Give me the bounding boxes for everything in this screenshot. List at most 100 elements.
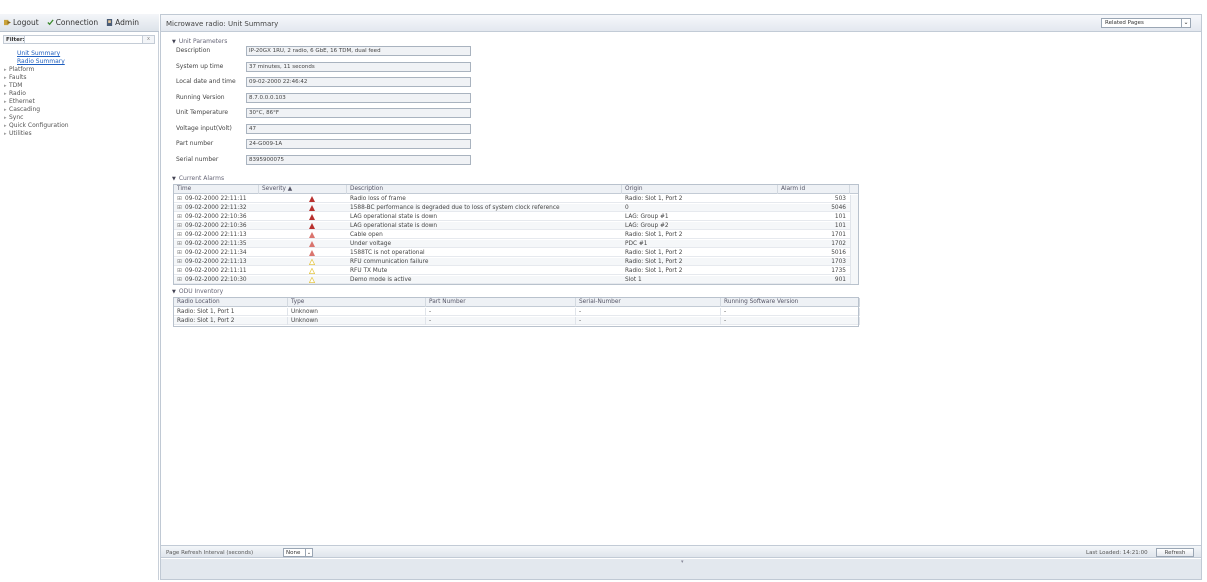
row-expand-icon[interactable]: ⊞ bbox=[174, 222, 182, 230]
alarm-row[interactable]: 09-02-2000 22:11:11 ⊞ Radio loss of frame R… bbox=[174, 195, 850, 203]
alarm-row[interactable]: 09-02-2000 22:11:35 ⊞ Under voltage PDC #1 1… bbox=[174, 240, 850, 248]
parameter-row: Part number 24-G009-1A bbox=[173, 139, 473, 149]
alarm-time-cell: 09-02-2000 22:11:13 bbox=[185, 232, 247, 238]
column-header[interactable]: Time bbox=[174, 185, 259, 194]
alarm-origin-cell: LAG: Group #1 bbox=[625, 214, 669, 220]
nav-item-cascading[interactable]: ▸ Cascading bbox=[0, 106, 159, 114]
column-header[interactable]: Alarm id bbox=[778, 185, 850, 194]
alarm-row[interactable]: 09-02-2000 22:10:30 ⊞ Demo mode is active S… bbox=[174, 276, 850, 284]
alarm-row[interactable]: 09-02-2000 22:10:36 ⊞ LAG operational stat… bbox=[174, 213, 850, 221]
parameter-row: System up time 37 minutes, 11 seconds bbox=[173, 61, 473, 72]
parameter-value: 47 bbox=[246, 123, 471, 134]
alarm-id-cell: 901 bbox=[834, 277, 846, 283]
parameter-value: 30°C, 86°F bbox=[246, 108, 471, 118]
nav-item-quick-configuration[interactable]: ▸ Quick Configuration bbox=[0, 122, 159, 130]
nav-item-tdm[interactable]: ▸ TDM bbox=[0, 82, 159, 90]
parameter-row: Unit Temperature 30°C, 86°F bbox=[173, 108, 473, 118]
severity-warning-icon bbox=[309, 259, 315, 265]
alarm-row[interactable]: 09-02-2000 22:11:32 ⊞ 1588-BC performance … bbox=[174, 204, 850, 212]
row-expand-icon[interactable]: ⊞ bbox=[174, 204, 182, 212]
parameter-row: Voltage input(Volt) 47 bbox=[173, 123, 473, 134]
logout-link[interactable]: Logout bbox=[4, 18, 39, 27]
admin-link[interactable]: Admin bbox=[106, 18, 139, 27]
odu-row[interactable]: Radio: Slot 1, Port 1 Unknown - - - bbox=[174, 308, 860, 316]
connection-link[interactable]: Connection bbox=[47, 18, 98, 27]
odu-inventory-table: Radio Location Type Part Number Serial-Numb… bbox=[173, 297, 860, 327]
nav-item-unit-summary[interactable]: Unit Summary bbox=[0, 50, 159, 58]
current-alarms-header[interactable]: ▼ Current Alarms bbox=[172, 175, 224, 182]
alarm-time-cell: 09-02-2000 22:11:35 bbox=[185, 241, 247, 247]
nav-item-platform[interactable]: ▸ Platform bbox=[0, 66, 159, 74]
refresh-button[interactable]: Refresh bbox=[1156, 548, 1194, 557]
parameter-label: Description bbox=[176, 47, 211, 54]
nav-item-radio-summary[interactable]: Radio Summary bbox=[0, 58, 159, 66]
collapse-triangle-icon: ▼ bbox=[172, 39, 176, 45]
column-header[interactable]: Severity ▲ bbox=[259, 185, 347, 194]
alarm-description-cell: RFU TX Mute bbox=[350, 268, 388, 274]
column-header[interactable]: Running Software Version bbox=[721, 298, 860, 307]
alarm-description-cell: Demo mode is active bbox=[350, 277, 412, 283]
nav-item-faults[interactable]: ▸ Faults bbox=[0, 74, 159, 82]
filter-label: Filter: bbox=[6, 36, 25, 43]
alarm-origin-cell: Radio: Slot 1, Port 2 bbox=[625, 232, 683, 238]
column-header[interactable]: Radio Location bbox=[174, 298, 288, 307]
odu-row[interactable]: Radio: Slot 1, Port 2 Unknown - - - bbox=[174, 317, 860, 325]
row-expand-icon[interactable]: ⊞ bbox=[174, 195, 182, 203]
bottom-splitter[interactable]: ▾ bbox=[161, 559, 1201, 579]
alarm-row[interactable]: 09-02-2000 22:11:13 ⊞ RFU communication fa… bbox=[174, 258, 850, 266]
odu-type-cell: Unknown bbox=[288, 317, 426, 325]
odu-serial-cell: - bbox=[576, 317, 721, 325]
odu-part-cell: - bbox=[426, 308, 576, 316]
nav-item-ethernet[interactable]: ▸ Ethernet bbox=[0, 98, 159, 106]
nav-item-sync[interactable]: ▸ Sync bbox=[0, 114, 159, 122]
alarm-origin-cell: Radio: Slot 1, Port 2 bbox=[625, 259, 683, 265]
logout-icon bbox=[4, 19, 11, 26]
filter-input[interactable] bbox=[24, 36, 142, 43]
chevron-down-icon: ⌄ bbox=[305, 549, 312, 556]
column-header[interactable]: Origin bbox=[622, 185, 778, 194]
row-expand-icon[interactable]: ⊞ bbox=[174, 231, 182, 239]
alarms-scrollbar[interactable] bbox=[850, 195, 858, 284]
alarm-id-cell: 101 bbox=[834, 214, 846, 220]
alarm-row[interactable]: 09-02-2000 22:11:13 ⊞ Cable open Radio: Slo… bbox=[174, 231, 850, 239]
parameter-value: IP-20GX 1RU, 2 radio, 6 GbE, 16 TDM, dua… bbox=[246, 46, 471, 56]
row-expand-icon[interactable]: ⊞ bbox=[174, 240, 182, 248]
parameter-value: 37 minutes, 11 seconds bbox=[246, 61, 471, 72]
alarm-id-cell: 1701 bbox=[831, 232, 846, 238]
related-pages-select[interactable]: Related Pages ⌄ bbox=[1101, 18, 1191, 28]
column-header[interactable]: Part Number bbox=[426, 298, 576, 307]
row-expand-icon[interactable]: ⊞ bbox=[174, 249, 182, 257]
nav-item-utilities[interactable]: ▸ Utilities bbox=[0, 130, 159, 138]
severity-major-icon bbox=[309, 250, 315, 256]
row-expand-icon[interactable]: ⊞ bbox=[174, 267, 182, 275]
severity-warning-icon bbox=[309, 268, 315, 274]
alarm-time-cell: 09-02-2000 22:10:36 bbox=[185, 223, 247, 229]
column-header[interactable]: Type bbox=[288, 298, 426, 307]
splitter-grip-icon: ▾ bbox=[681, 559, 684, 565]
refresh-interval-select[interactable]: None ⌄ bbox=[283, 548, 313, 557]
alarm-id-cell: 101 bbox=[834, 223, 846, 229]
alarm-row[interactable]: 09-02-2000 22:10:36 ⊞ LAG operational stat… bbox=[174, 222, 850, 230]
row-expand-icon[interactable]: ⊞ bbox=[174, 258, 182, 266]
alarm-time-cell: 09-02-2000 22:11:32 bbox=[185, 205, 247, 211]
column-header[interactable]: Description bbox=[347, 185, 622, 194]
alarm-description-cell: LAG operational state is down bbox=[350, 223, 438, 229]
alarm-row[interactable]: 09-02-2000 22:11:34 ⊞ 1588TC is not operat… bbox=[174, 249, 850, 257]
severity-major-icon bbox=[309, 241, 315, 247]
odu-inventory-header[interactable]: ▼ ODU Inventory bbox=[172, 288, 223, 295]
unit-parameters-header[interactable]: ▼ Unit Parameters bbox=[172, 38, 227, 45]
alarm-description-cell: LAG operational state is down bbox=[350, 214, 438, 220]
row-expand-icon[interactable]: ⊞ bbox=[174, 213, 182, 221]
collapse-triangle-icon: ▼ bbox=[172, 176, 176, 182]
alarms-table: Time Severity ▲ Description Origin Alarm id 0… bbox=[173, 184, 859, 285]
row-expand-icon[interactable]: ⊞ bbox=[174, 276, 182, 284]
column-header[interactable]: Serial-Number bbox=[576, 298, 721, 307]
table-header-row: Time Severity ▲ Description Origin Alarm id bbox=[174, 185, 858, 194]
odu-version-cell: - bbox=[721, 308, 860, 316]
clear-filter-icon[interactable]: x bbox=[142, 36, 154, 43]
alarm-row[interactable]: 09-02-2000 22:11:11 ⊞ RFU TX Mute Radio: Sl… bbox=[174, 267, 850, 275]
alarm-origin-cell: LAG: Group #2 bbox=[625, 223, 669, 229]
odu-type-cell: Unknown bbox=[288, 308, 426, 316]
nav-item-radio[interactable]: ▸ Radio bbox=[0, 90, 159, 98]
parameter-row: Local date and time 09-02-2000 22:46:42 bbox=[173, 77, 473, 87]
